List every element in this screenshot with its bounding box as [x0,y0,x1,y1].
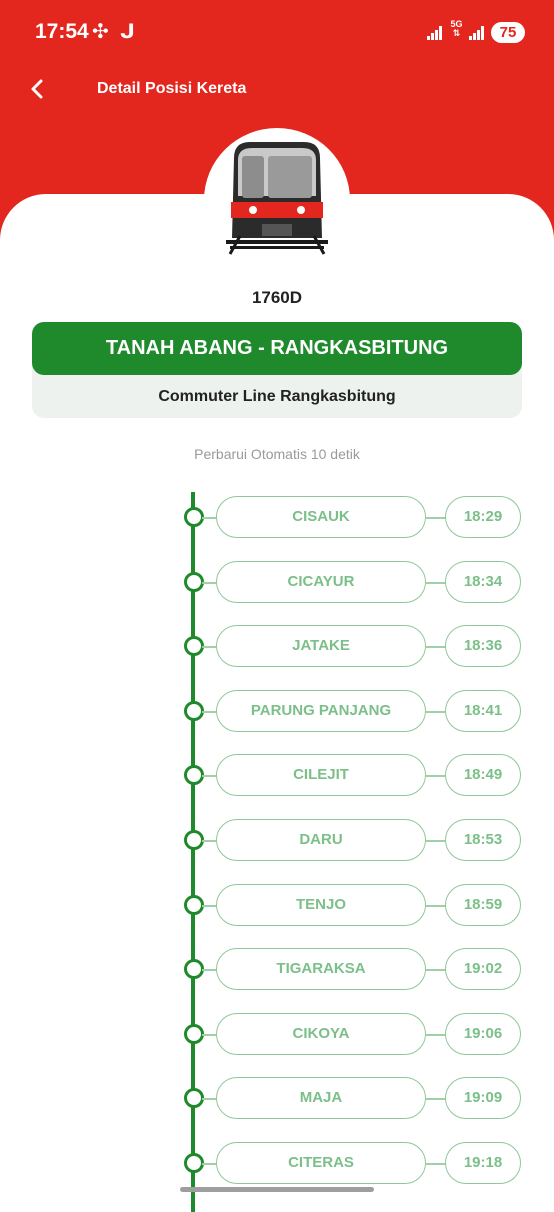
back-button[interactable] [26,76,54,104]
station-name[interactable]: CISAUK [216,496,426,538]
arrival-time: 18:29 [445,496,521,538]
status-app-icon: ᒍ [120,21,135,43]
timeline-stop-marker [184,1024,204,1044]
route-card: TANAH ABANG - RANGKASBITUNG Commuter Lin… [32,322,522,418]
route-banner: TANAH ABANG - RANGKASBITUNG [32,322,522,375]
timeline-stop-marker [184,507,204,527]
timeline-stop-marker [184,1088,204,1108]
timeline-connector [426,775,446,777]
page-title: Detail Posisi Kereta [97,80,247,97]
status-bar: 17:54 ✣ ᒍ 5G ⇅ 75 [0,0,554,64]
timeline-connector [426,646,446,648]
station-name[interactable]: CICAYUR [216,561,426,603]
timeline-connector [426,969,446,971]
battery-indicator: 75 [491,22,525,43]
timeline-stop-marker [184,636,204,656]
fan-icon: ✣ [92,21,109,43]
station-name[interactable]: CILEJIT [216,754,426,796]
timeline-stop-marker [184,701,204,721]
timeline-stop-marker [184,1153,204,1173]
timeline-connector [426,1034,446,1036]
timeline-connector [426,711,446,713]
timeline-stop-marker [184,895,204,915]
train-icon [226,142,328,255]
arrival-time: 18:36 [445,625,521,667]
timeline-connector [426,582,446,584]
timeline-stop-marker [184,959,204,979]
station-name[interactable]: CIKOYA [216,1013,426,1055]
signal-icon [427,24,445,40]
train-number: 1760D [251,288,303,307]
arrival-time: 18:34 [445,561,521,603]
timeline-stop-marker [184,830,204,850]
back-arrow-icon [31,79,43,99]
station-name[interactable]: DARU [216,819,426,861]
arrival-time: 18:41 [445,690,521,732]
timeline-stop-marker [184,572,204,592]
timeline-connector [426,1163,446,1165]
line-name: Commuter Line Rangkasbitung [158,388,396,405]
status-time: 17:54 [35,20,89,43]
station-name[interactable]: TIGARAKSA [216,948,426,990]
timeline-stop-marker [184,765,204,785]
arrival-time: 19:09 [445,1077,521,1119]
timeline-connector [426,840,446,842]
station-name[interactable]: PARUNG PANJANG [216,690,426,732]
station-name[interactable]: MAJA [216,1077,426,1119]
arrival-time: 18:59 [445,884,521,926]
auto-refresh-label: Perbarui Otomatis 10 detik [194,446,360,462]
network-5g-icon: 5G ⇅ [450,19,463,38]
station-name[interactable]: TENJO [216,884,426,926]
arrival-time: 19:06 [445,1013,521,1055]
train-avatar [204,128,350,272]
arrival-time: 19:18 [445,1142,521,1184]
station-name[interactable]: CITERAS [216,1142,426,1184]
home-indicator[interactable] [180,1187,374,1192]
timeline-connector [426,1098,446,1100]
timeline-connector [426,905,446,907]
arrival-time: 18:49 [445,754,521,796]
arrival-time: 18:53 [445,819,521,861]
signal-icon-2 [469,24,487,40]
timeline-connector [426,517,446,519]
station-name[interactable]: JATAKE [216,625,426,667]
arrival-time: 19:02 [445,948,521,990]
